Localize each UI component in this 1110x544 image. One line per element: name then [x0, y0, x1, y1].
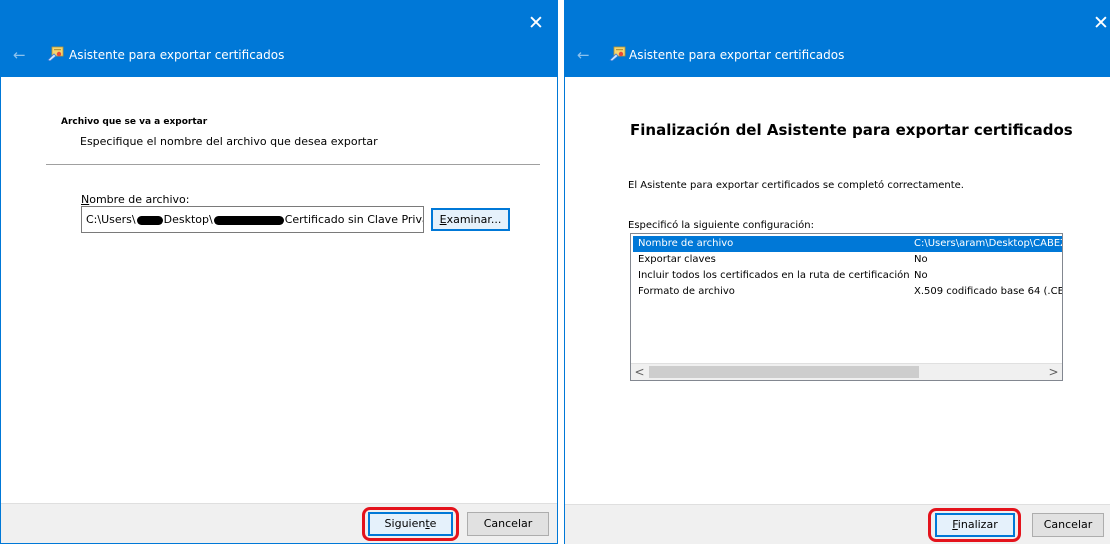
filename-label: Nombre de archivo: — [81, 193, 190, 206]
config-list[interactable]: Nombre de archivo C:\Users\aram\Desktop\… — [630, 233, 1063, 381]
path-segment: Certificado sin Clave Privada.c — [284, 213, 423, 226]
config-value: No — [914, 254, 928, 265]
horizontal-scrollbar[interactable]: < > — [631, 363, 1062, 380]
browse-button[interactable]: Examinar... — [431, 208, 510, 231]
filename-label-accesskey: N — [81, 193, 90, 206]
scroll-thumb[interactable] — [649, 366, 919, 378]
title-bar: ✕ ← Asistente para exportar certificados — [1, 1, 557, 77]
button-bar: Finalizar Cancelar — [565, 504, 1110, 544]
next-button[interactable]: Siguiente — [368, 512, 453, 536]
list-item[interactable]: Nombre de archivo C:\Users\aram\Desktop\… — [633, 236, 1062, 252]
redaction-mark — [213, 215, 284, 225]
browse-label: xaminar... — [446, 213, 502, 226]
config-value: C:\Users\aram\Desktop\CABEZ — [914, 238, 1063, 249]
config-value: X.509 codificado base 64 (.CEI — [914, 286, 1063, 297]
list-item[interactable]: Incluir todos los certificados en la rut… — [633, 268, 1062, 284]
dialog-title: Asistente para exportar certificados — [629, 48, 845, 62]
list-item[interactable]: Formato de archivo X.509 codificado base… — [633, 284, 1062, 300]
scroll-right-icon[interactable]: > — [1045, 364, 1062, 380]
finish-message: El Asistente para exportar certificados … — [628, 180, 964, 191]
certificate-wizard-icon — [609, 46, 626, 61]
browse-accesskey: E — [439, 213, 447, 226]
path-segment: Desktop\ — [163, 213, 213, 226]
cancel-button[interactable]: Cancelar — [1032, 513, 1104, 537]
section-description: Especifique el nombre del archivo que de… — [80, 135, 378, 148]
finish-heading: Finalización del Asistente para exportar… — [630, 121, 1073, 139]
title-bar: ✕ ← Asistente para exportar certificados — [565, 1, 1110, 77]
button-bar: Siguiente Cancelar — [1, 503, 557, 543]
scroll-left-icon[interactable]: < — [631, 364, 648, 380]
path-segment: C:\Users\ — [86, 213, 136, 226]
back-arrow-icon[interactable]: ← — [577, 47, 590, 63]
finish-label: inalizar — [957, 518, 998, 531]
redaction-mark — [136, 215, 163, 225]
certificate-wizard-icon — [47, 46, 64, 61]
cancel-button[interactable]: Cancelar — [467, 512, 549, 536]
config-key: Nombre de archivo — [638, 238, 734, 249]
filename-label-text: ombre de archivo: — [89, 193, 190, 206]
config-key: Exportar claves — [638, 254, 716, 265]
filename-input[interactable]: C:\Users\ Desktop\ Certificado sin Clave P… — [81, 206, 424, 233]
finish-button[interactable]: Finalizar — [935, 513, 1015, 537]
list-item[interactable]: Exportar claves No — [633, 252, 1062, 268]
dialog-title: Asistente para exportar certificados — [69, 48, 285, 62]
config-value: No — [914, 270, 928, 281]
config-key: Formato de archivo — [638, 286, 735, 297]
config-key: Incluir todos los certificados en la rut… — [638, 270, 910, 281]
back-arrow-icon[interactable]: ← — [13, 47, 26, 63]
next-label-end: e — [429, 517, 437, 530]
section-title: Archivo que se va a exportar — [61, 117, 208, 127]
close-icon[interactable]: ✕ — [523, 10, 549, 36]
separator — [46, 164, 540, 165]
next-label: Siguien — [384, 517, 426, 530]
config-label: Especificó la siguiente configuración: — [628, 220, 814, 231]
close-icon[interactable]: ✕ — [1088, 10, 1110, 36]
export-wizard-file-dialog: ✕ ← Asistente para exportar certificados… — [0, 0, 558, 544]
